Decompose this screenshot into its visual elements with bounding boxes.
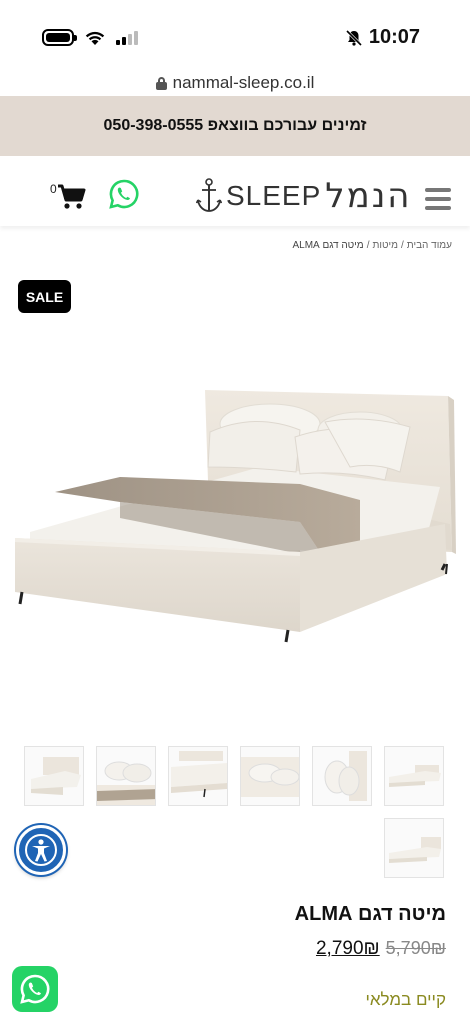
- wifi-icon: [85, 31, 105, 45]
- original-price: 5,790₪: [385, 938, 446, 958]
- accessibility-icon: [25, 834, 57, 866]
- breadcrumb-home[interactable]: עמוד הבית: [407, 240, 452, 251]
- url-bar[interactable]: nammal-sleep.co.il: [0, 70, 470, 96]
- thumbnail-4[interactable]: [240, 746, 300, 806]
- sale-price: 2,790₪: [315, 938, 380, 959]
- status-time: 10:07: [368, 26, 420, 48]
- promo-banner[interactable]: זמינים עבורכם בווצאפ 050-398-0555: [0, 96, 470, 156]
- bed-illustration: [15, 390, 456, 643]
- thumbnail-7[interactable]: [384, 818, 444, 878]
- thumbnail-6[interactable]: [384, 746, 444, 806]
- thumbnail-1[interactable]: [24, 746, 84, 806]
- url-text[interactable]: nammal-sleep.co.il: [173, 73, 315, 93]
- breadcrumb-current: מיטה דגם ALMA: [292, 240, 364, 251]
- battery-icon: [42, 29, 77, 46]
- whatsapp-chat-button[interactable]: [12, 966, 58, 1012]
- thumbnail-2[interactable]: [96, 746, 156, 806]
- price-row: 2,790₪ 5,790₪: [316, 938, 446, 960]
- status-right: 10:07: [345, 26, 420, 49]
- anchor-icon: [196, 178, 222, 212]
- stock-status: קיים במלאי: [365, 990, 446, 1009]
- cellular-signal-icon: [116, 30, 138, 45]
- whatsapp-icon: [20, 974, 50, 1004]
- thumbnail-3[interactable]: [168, 746, 228, 806]
- breadcrumb-separator: /: [400, 240, 404, 251]
- accessibility-button[interactable]: [16, 825, 66, 875]
- thumbnail-5[interactable]: [312, 746, 372, 806]
- logo-latin-text: SLEEP: [226, 180, 322, 211]
- lock-icon: [155, 76, 167, 90]
- breadcrumb-separator: /: [366, 240, 370, 251]
- logo-hebrew-text: הנמל: [325, 176, 412, 216]
- breadcrumb: עמוד הבית / מיטות / מיטה דגם ALMA: [293, 240, 453, 251]
- status-bar: 10:07: [0, 0, 470, 70]
- whatsapp-icon[interactable]: [108, 178, 140, 210]
- product-title: מיטה דגם ALMA: [294, 903, 446, 925]
- hamburger-menu-icon[interactable]: [425, 188, 451, 210]
- site-header: 0 SLEEP הנמל: [0, 156, 470, 226]
- product-main-image[interactable]: [0, 262, 470, 732]
- site-logo[interactable]: SLEEP הנמל: [196, 176, 412, 216]
- breadcrumb-category[interactable]: מיטות: [372, 240, 398, 251]
- promo-text[interactable]: זמינים עבורכם בווצאפ 050-398-0555: [104, 117, 367, 135]
- sale-badge: SALE: [18, 280, 71, 313]
- cart-count[interactable]: 0: [50, 182, 57, 196]
- status-left-icons: [42, 29, 138, 46]
- silent-bell-icon: [345, 29, 362, 46]
